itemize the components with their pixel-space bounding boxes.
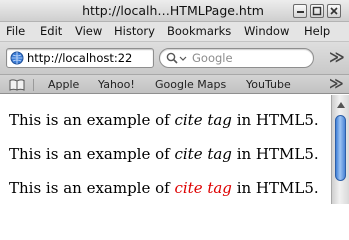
cite-text: cite tag [174, 145, 232, 163]
minimize-icon [297, 11, 304, 13]
address-bar[interactable]: http://localhost:22 [6, 48, 154, 68]
toolbar: http://localhost:22 Google ≫ [0, 41, 349, 74]
search-field[interactable]: Google [159, 48, 314, 68]
search-input[interactable]: Google [192, 51, 302, 66]
bookmark-youtube[interactable]: YouTube [246, 77, 291, 92]
scroll-up-arrow-icon[interactable] [336, 101, 346, 109]
globe-icon [10, 51, 24, 65]
line-text: This is an example of [9, 145, 175, 163]
line-text: This is an example of [9, 179, 175, 197]
menu-view[interactable]: View [75, 24, 102, 39]
minimize-button[interactable] [293, 4, 307, 18]
close-icon [330, 7, 338, 15]
window-title: http://localh…HTMLPage.htm [82, 3, 264, 18]
address-text[interactable]: http://localhost:22 [27, 51, 151, 66]
cite-text: cite tag [174, 111, 232, 129]
menu-help[interactable]: Help [304, 24, 330, 39]
page-content: This is an example of cite tag in HTML5.… [0, 95, 331, 204]
content-line: This is an example of cite tag in HTML5. [9, 178, 329, 198]
bookmarks-bar: Apple Yahoo! Google Maps YouTube ≫ [0, 74, 349, 94]
menu-bar: File Edit View History Bookmarks Window … [0, 22, 349, 41]
menu-edit[interactable]: Edit [40, 24, 62, 39]
maximize-icon [312, 6, 322, 16]
browser-window: http://localh…HTMLPage.htm File Edit Vie… [0, 0, 349, 204]
bookmarks-divider [33, 79, 34, 91]
line-text: in HTML5. [231, 179, 319, 197]
cite-text-highlighted: cite tag [174, 179, 232, 197]
search-icon [166, 52, 187, 64]
line-text: This is an example of [9, 111, 175, 129]
maximize-button[interactable] [310, 4, 324, 18]
scroll-thumb[interactable] [335, 115, 346, 181]
menu-window[interactable]: Window [244, 24, 289, 39]
line-text: in HTML5. [231, 111, 319, 129]
toolbar-overflow-button[interactable]: ≫ [329, 48, 345, 66]
bookmark-google-maps[interactable]: Google Maps [155, 77, 226, 92]
bookmark-apple[interactable]: Apple [48, 77, 79, 92]
menu-history[interactable]: History [114, 24, 155, 39]
line-text: in HTML5. [231, 145, 319, 163]
bookmarks-overflow-button[interactable]: ≫ [329, 76, 344, 92]
bookmark-yahoo[interactable]: Yahoo! [98, 77, 135, 92]
menu-bookmarks[interactable]: Bookmarks [167, 24, 231, 39]
title-bar: http://localh…HTMLPage.htm [0, 0, 349, 22]
bookmarks-book-icon[interactable] [9, 79, 25, 91]
close-button[interactable] [327, 4, 341, 18]
content-line: This is an example of cite tag in HTML5. [9, 110, 329, 130]
content-line: This is an example of cite tag in HTML5. [9, 144, 329, 164]
menu-file[interactable]: File [6, 24, 25, 39]
vertical-scrollbar[interactable] [331, 95, 349, 204]
